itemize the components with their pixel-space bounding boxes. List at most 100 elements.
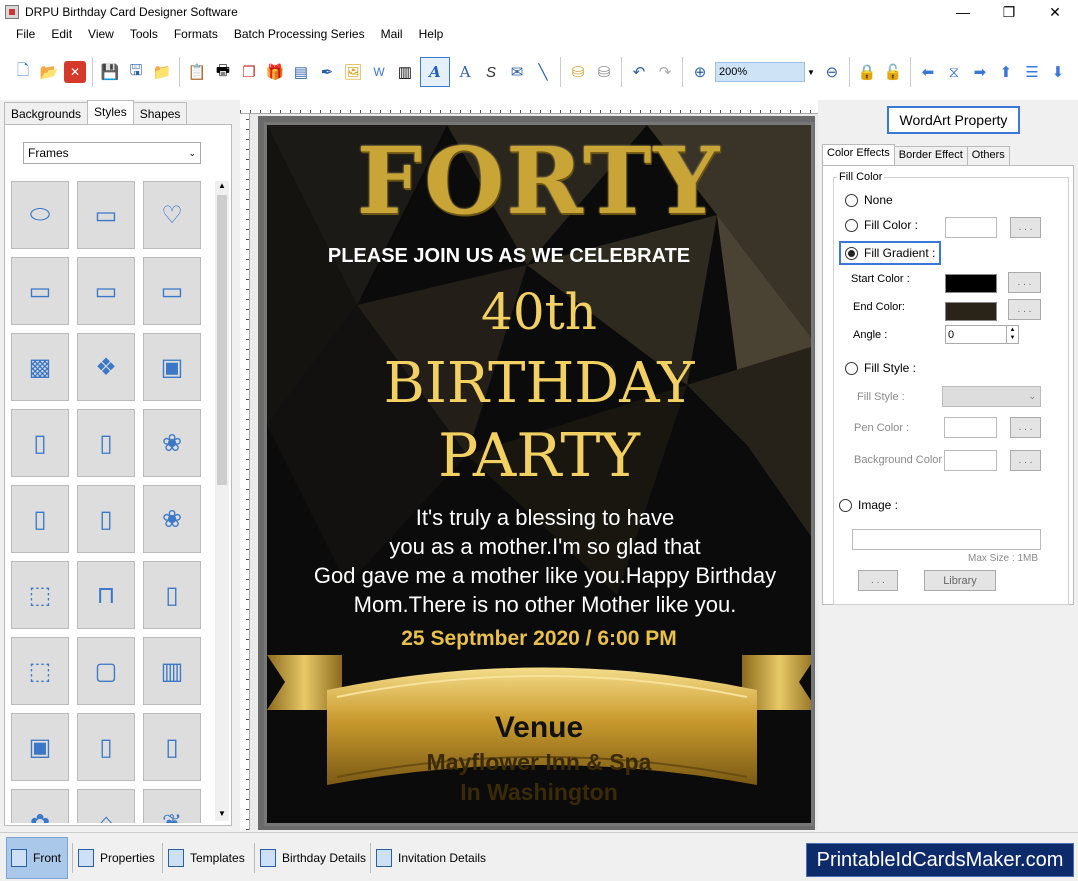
frame-thumbnail[interactable]: ⬚ bbox=[11, 561, 69, 629]
close-button[interactable]: ✕ bbox=[1032, 0, 1078, 24]
tab-border-effect[interactable]: Border Effect bbox=[893, 146, 968, 165]
card-venue-city[interactable]: In Washington bbox=[267, 779, 811, 806]
card-date[interactable]: 25 Septmber 2020 / 6:00 PM bbox=[267, 627, 811, 651]
menu-edit[interactable]: Edit bbox=[43, 27, 80, 41]
undo-icon[interactable]: ↶ bbox=[628, 61, 650, 83]
frame-thumbnail[interactable]: ▣ bbox=[11, 713, 69, 781]
frame-thumbnail[interactable]: ▯ bbox=[11, 485, 69, 553]
radio-image[interactable]: Image : bbox=[839, 498, 898, 512]
birthday-card[interactable]: FORTY PLEASE JOIN US AS WE CELEBRATE 40t… bbox=[264, 122, 814, 826]
pen-icon[interactable]: ✒ bbox=[316, 61, 338, 83]
tab-templates[interactable]: Templates bbox=[164, 837, 249, 879]
library-button[interactable]: Library bbox=[924, 570, 996, 591]
frame-thumbnail[interactable]: ❀ bbox=[143, 485, 201, 553]
frame-thumbnail[interactable]: ▯ bbox=[11, 409, 69, 477]
menu-tools[interactable]: Tools bbox=[122, 27, 166, 41]
fill-style-select[interactable]: ⌄ bbox=[942, 386, 1041, 407]
mail-icon[interactable]: ✉ bbox=[506, 61, 528, 83]
frame-thumbnail[interactable]: ✿ bbox=[11, 789, 69, 823]
frame-thumbnail[interactable]: ♡ bbox=[143, 181, 201, 249]
scrollbar-thumb[interactable] bbox=[217, 195, 227, 485]
redo-icon[interactable]: ↷ bbox=[654, 61, 676, 83]
frame-thumbnail[interactable]: ❦ bbox=[143, 789, 201, 823]
frame-thumbnail[interactable]: ⬚ bbox=[11, 637, 69, 705]
copy-icon[interactable]: ❐ bbox=[238, 61, 260, 83]
line-icon[interactable]: ╲ bbox=[532, 61, 554, 83]
flip-icon[interactable]: ⧖ bbox=[943, 61, 965, 83]
tab-invitation-details[interactable]: Invitation Details bbox=[372, 837, 490, 879]
radio-none[interactable]: None bbox=[845, 193, 893, 207]
tab-shapes[interactable]: Shapes bbox=[132, 102, 188, 124]
start-color-swatch[interactable] bbox=[945, 274, 997, 293]
align-icon[interactable]: ☰ bbox=[1021, 61, 1043, 83]
properties-icon[interactable]: 📋 bbox=[186, 61, 208, 83]
fill-color-swatch[interactable] bbox=[945, 217, 997, 238]
zoom-out-icon[interactable]: ⊖ bbox=[821, 61, 843, 83]
pen-color-swatch[interactable] bbox=[944, 417, 997, 438]
frame-thumbnail[interactable]: ▯ bbox=[143, 561, 201, 629]
export-icon[interactable]: 📁 bbox=[151, 61, 173, 83]
frame-thumbnail[interactable]: ▢ bbox=[77, 637, 135, 705]
frame-thumbnail[interactable]: ⊓ bbox=[77, 561, 135, 629]
open-icon[interactable]: 📂 bbox=[38, 61, 60, 83]
start-color-picker-button[interactable]: . . . bbox=[1008, 272, 1041, 293]
frame-thumbnail[interactable]: ▭ bbox=[143, 257, 201, 325]
arrow-up-icon[interactable]: ⬆ bbox=[995, 61, 1017, 83]
radio-fill-gradient[interactable]: Fill Gradient : bbox=[839, 241, 942, 265]
tab-birthday-details[interactable]: Birthday Details bbox=[256, 837, 370, 879]
fill-color-picker-button[interactable]: . . . bbox=[1010, 217, 1041, 238]
menu-file[interactable]: File bbox=[8, 27, 43, 41]
image-path-field[interactable] bbox=[852, 529, 1041, 550]
zoom-select[interactable]: 200% bbox=[715, 62, 805, 82]
menu-formats[interactable]: Formats bbox=[166, 27, 226, 41]
menu-mail[interactable]: Mail bbox=[373, 27, 411, 41]
card-ordinal[interactable]: 40th bbox=[267, 283, 811, 341]
frame-thumbnail[interactable]: ▣ bbox=[143, 333, 201, 401]
tab-others[interactable]: Others bbox=[966, 146, 1010, 165]
card-birthday-line[interactable]: BIRTHDAY bbox=[267, 351, 811, 416]
tab-color-effects[interactable]: Color Effects bbox=[822, 144, 895, 165]
gift-icon[interactable]: 🎁 bbox=[264, 61, 286, 83]
style-category-select[interactable]: Frames ⌄ bbox=[23, 142, 201, 164]
frame-thumbnail[interactable]: ▯ bbox=[143, 713, 201, 781]
arrow-down-icon[interactable]: ⬇ bbox=[1047, 61, 1069, 83]
scroll-up-icon[interactable]: ▲ bbox=[215, 181, 229, 193]
maximize-button[interactable]: ❐ bbox=[986, 0, 1032, 24]
frame-thumbnail[interactable]: ❀ bbox=[143, 409, 201, 477]
end-color-picker-button[interactable]: . . . bbox=[1008, 299, 1041, 320]
frame-thumbnail[interactable]: ▯ bbox=[77, 409, 135, 477]
tab-styles[interactable]: Styles bbox=[87, 100, 134, 124]
frame-thumbnail[interactable]: ❖ bbox=[77, 333, 135, 401]
image-icon[interactable]: 🖼 bbox=[342, 61, 364, 83]
print-icon[interactable]: 🖶 bbox=[212, 61, 234, 83]
image-browse-button[interactable]: . . . bbox=[858, 570, 898, 591]
frame-thumbnail[interactable]: ⬭ bbox=[11, 181, 69, 249]
card-invite-line[interactable]: PLEASE JOIN US AS WE CELEBRATE bbox=[267, 245, 781, 268]
menu-batch-processing[interactable]: Batch Processing Series bbox=[226, 27, 373, 41]
frame-thumbnail[interactable]: ▥ bbox=[143, 637, 201, 705]
lock-icon[interactable]: 🔒 bbox=[856, 61, 878, 83]
menu-view[interactable]: View bbox=[80, 27, 122, 41]
save-icon[interactable]: 💾 bbox=[99, 61, 121, 83]
arrow-right-icon[interactable]: ➡ bbox=[969, 61, 991, 83]
tab-backgrounds[interactable]: Backgrounds bbox=[4, 102, 89, 124]
unlock-icon[interactable]: 🔓 bbox=[882, 61, 904, 83]
database-2-icon[interactable]: ⛁ bbox=[593, 61, 615, 83]
zoom-in-icon[interactable]: ⊕ bbox=[689, 61, 711, 83]
frame-thumbnail[interactable]: ▭ bbox=[77, 181, 135, 249]
angle-spinner[interactable]: 0 ▲ ▼ bbox=[945, 325, 1019, 344]
chevron-down-icon[interactable]: ▼ bbox=[807, 68, 815, 77]
new-icon[interactable]: 🗋 bbox=[12, 61, 34, 83]
pen-color-picker-button[interactable]: . . . bbox=[1010, 417, 1041, 438]
database-icon[interactable]: ⛁ bbox=[567, 61, 589, 83]
radio-fill-color[interactable]: Fill Color : bbox=[845, 218, 918, 232]
thumbnails-scrollbar[interactable]: ▲ ▼ bbox=[215, 181, 229, 821]
minimize-button[interactable]: — bbox=[940, 0, 986, 24]
card-venue-label[interactable]: Venue bbox=[267, 711, 811, 745]
tab-properties[interactable]: Properties bbox=[74, 837, 159, 879]
save-as-icon[interactable]: 🖫 bbox=[125, 61, 147, 83]
radio-fill-style[interactable]: Fill Style : bbox=[845, 361, 916, 375]
frame-thumbnail[interactable]: ▯ bbox=[77, 485, 135, 553]
frame-thumbnail[interactable]: ▭ bbox=[77, 257, 135, 325]
frame-thumbnail[interactable]: ⌂ bbox=[77, 789, 135, 823]
